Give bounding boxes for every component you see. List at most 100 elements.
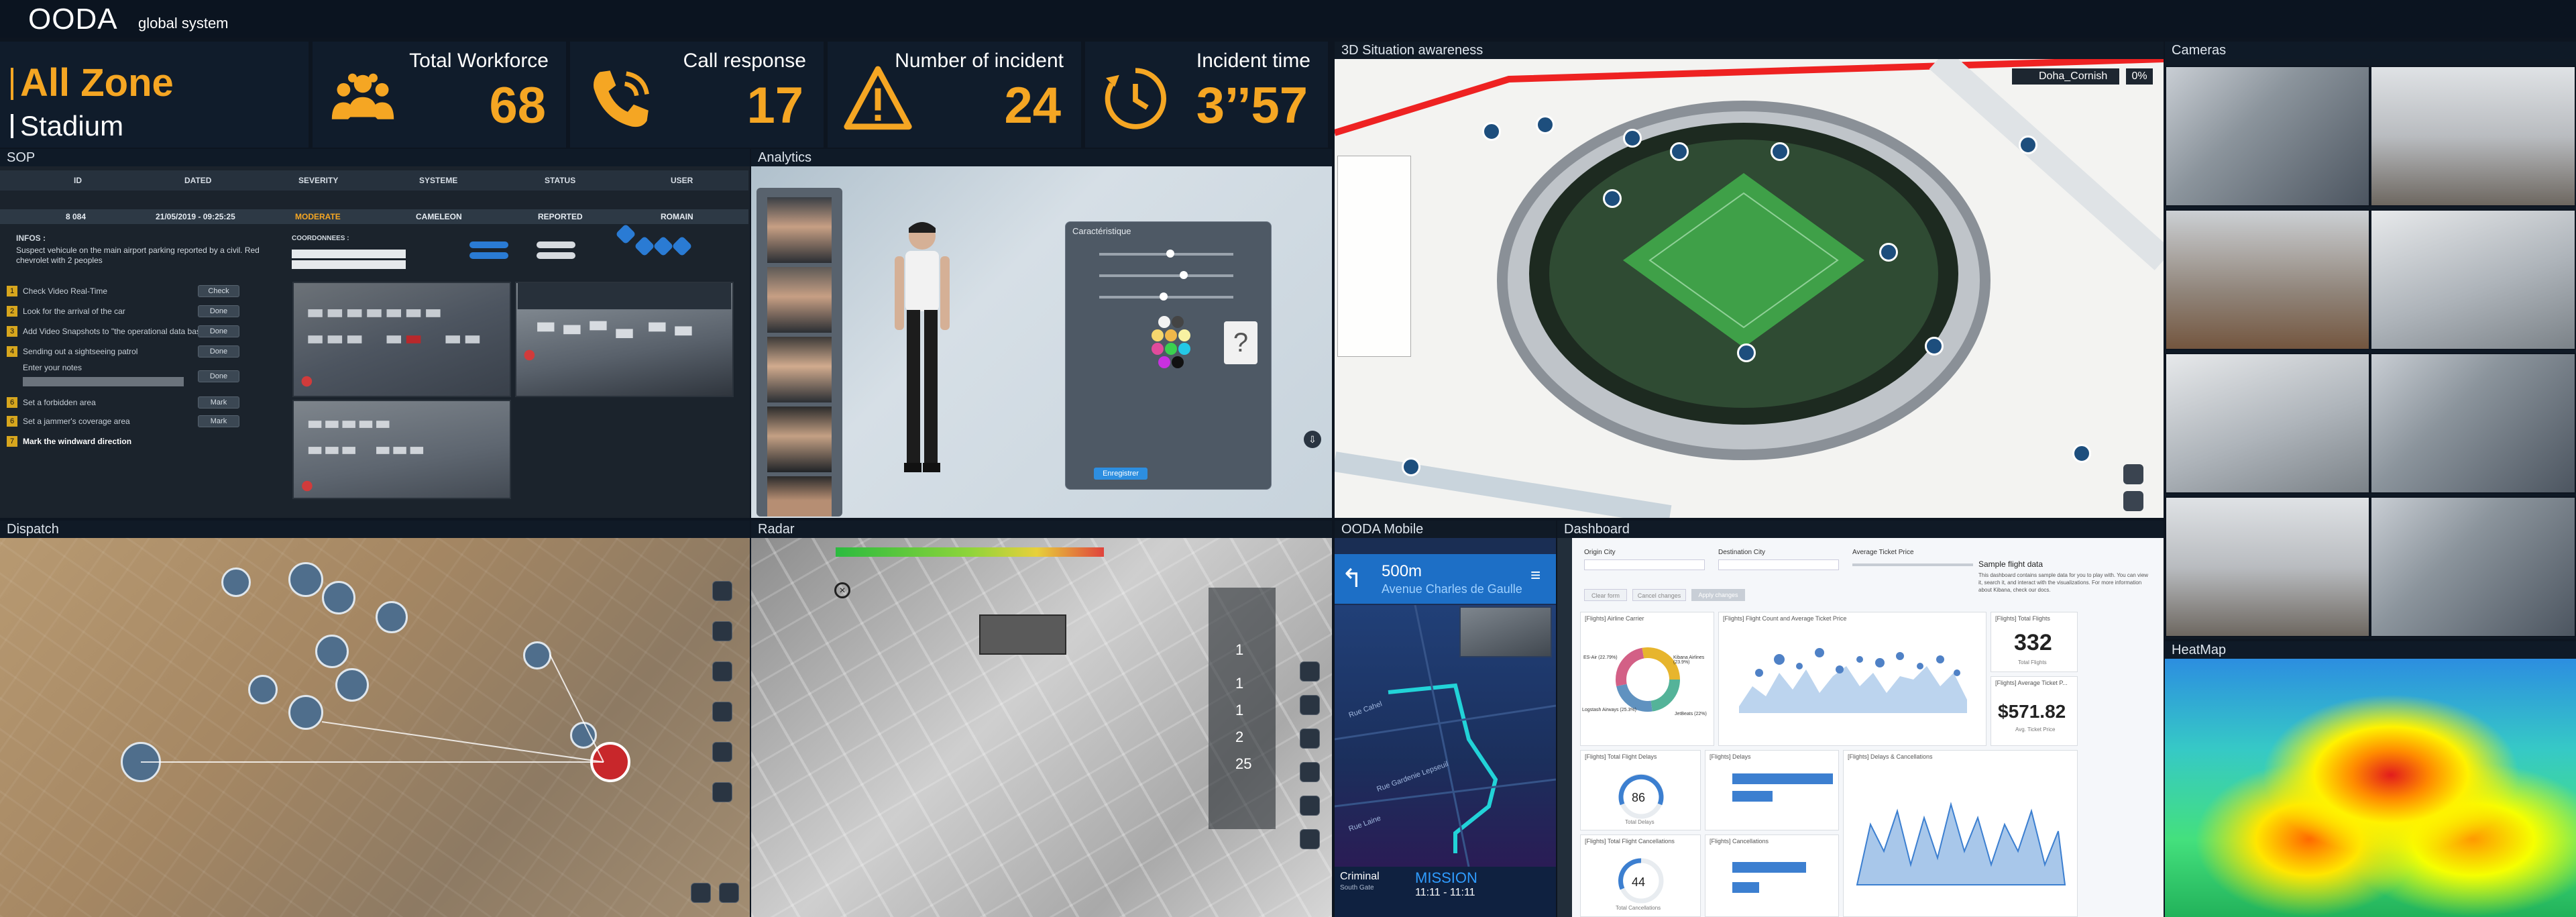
map-tool-button[interactable] bbox=[712, 661, 732, 682]
camera-feed[interactable] bbox=[2165, 209, 2370, 350]
map-tool-button[interactable] bbox=[1300, 695, 1320, 715]
location-search[interactable]: Doha_Cornish bbox=[2012, 68, 2119, 85]
stadium-3d-view[interactable] bbox=[1335, 59, 2164, 518]
status-pill[interactable] bbox=[537, 241, 575, 248]
status-pill[interactable] bbox=[469, 252, 508, 259]
map-pin-icon[interactable] bbox=[1670, 142, 1689, 161]
camera-feed[interactable] bbox=[2165, 353, 2370, 494]
map-tool-button[interactable] bbox=[719, 883, 739, 903]
map-tool-button[interactable] bbox=[712, 782, 732, 802]
zone-card[interactable]: All Zone Stadium bbox=[0, 42, 309, 148]
total-flights-card[interactable]: [Flights] Total Flights 332 Total Flight… bbox=[1991, 612, 2078, 672]
cancellations-card[interactable]: [Flights] Cancellations bbox=[1705, 834, 1839, 917]
parking-snapshot[interactable] bbox=[292, 282, 511, 397]
face-thumbnail[interactable] bbox=[767, 267, 832, 333]
map-tool-button[interactable] bbox=[1300, 796, 1320, 816]
hex-tool-icon[interactable] bbox=[653, 235, 674, 257]
col-systeme[interactable]: SYSTEME bbox=[419, 170, 457, 191]
cancel-changes-button[interactable]: Cancel changes bbox=[1632, 589, 1686, 601]
map-tool-button[interactable] bbox=[2123, 491, 2143, 511]
map-pin-icon[interactable] bbox=[1536, 115, 1555, 134]
map-pin-icon[interactable] bbox=[1925, 337, 1944, 356]
camera-feed[interactable] bbox=[2370, 209, 2576, 350]
destination-city-select[interactable] bbox=[1718, 559, 1839, 570]
step-button[interactable]: Done bbox=[198, 370, 239, 382]
map-pin-icon[interactable] bbox=[1879, 243, 1898, 262]
map-pin-icon[interactable] bbox=[1737, 343, 1756, 362]
heatmap-image[interactable] bbox=[2165, 659, 2576, 917]
kpi-incident-time[interactable]: Incident time 3’’57 bbox=[1085, 42, 1328, 148]
map-tool-button[interactable] bbox=[712, 742, 732, 762]
col-user[interactable]: USER bbox=[671, 170, 693, 191]
map-tool-button[interactable] bbox=[712, 581, 732, 601]
map-pin-icon[interactable] bbox=[1402, 457, 1420, 476]
delays-cancellations-card[interactable]: [Flights] Delays & Cancellations bbox=[1843, 750, 2078, 917]
map-tool-button[interactable] bbox=[1300, 729, 1320, 749]
price-slider[interactable] bbox=[1852, 563, 1973, 566]
parking-snapshot[interactable] bbox=[292, 400, 511, 499]
mission-label[interactable]: MISSION bbox=[1415, 869, 1477, 887]
step-button[interactable]: Mark bbox=[198, 415, 239, 427]
unknown-item-box[interactable]: ? bbox=[1224, 321, 1257, 364]
hex-tool-icon[interactable] bbox=[634, 235, 655, 257]
step-button[interactable]: Done bbox=[198, 305, 239, 317]
kpi-total-workforce[interactable]: Total Workforce 68 bbox=[313, 42, 566, 148]
camera-feed[interactable] bbox=[2165, 66, 2370, 207]
flight-count-card[interactable]: [Flights] Flight Count and Average Ticke… bbox=[1718, 612, 1986, 746]
step-button[interactable]: Done bbox=[198, 345, 239, 358]
slider-height[interactable] bbox=[1099, 271, 1233, 279]
close-icon[interactable]: × bbox=[834, 582, 850, 598]
face-thumbnail[interactable] bbox=[767, 337, 832, 402]
clear-form-button[interactable]: Clear form bbox=[1584, 589, 1627, 601]
map-tool-button[interactable] bbox=[1300, 762, 1320, 782]
map-tool-button[interactable] bbox=[712, 621, 732, 641]
hex-tool-icon[interactable] bbox=[671, 235, 693, 257]
camera-feed[interactable] bbox=[2165, 496, 2370, 637]
video-preview[interactable] bbox=[1459, 606, 1552, 657]
map-pin-icon[interactable] bbox=[1771, 142, 1789, 161]
status-pill[interactable] bbox=[537, 252, 575, 259]
face-thumbnail[interactable] bbox=[767, 476, 832, 517]
col-id[interactable]: ID bbox=[74, 170, 82, 191]
col-severity[interactable]: SEVERITY bbox=[298, 170, 338, 191]
parking-snapshot[interactable] bbox=[515, 282, 734, 397]
origin-city-select[interactable] bbox=[1584, 559, 1705, 570]
map-tool-button[interactable] bbox=[1300, 829, 1320, 849]
map-pin-icon[interactable] bbox=[1603, 189, 1622, 208]
map-tool-button[interactable] bbox=[712, 702, 732, 722]
notes-input[interactable] bbox=[23, 377, 184, 386]
map-tool-button[interactable] bbox=[2123, 464, 2143, 484]
map-pin-icon[interactable] bbox=[1482, 122, 1501, 141]
col-status[interactable]: STATUS bbox=[545, 170, 575, 191]
kpi-number-of-incident[interactable]: Number of incident 24 bbox=[828, 42, 1081, 148]
coord-field[interactable] bbox=[292, 260, 406, 269]
slider-weight[interactable] bbox=[1099, 292, 1233, 301]
map-pin-icon[interactable] bbox=[2019, 136, 2037, 154]
map-pin-icon[interactable] bbox=[1623, 129, 1642, 148]
apply-changes-button[interactable]: Apply changes bbox=[1691, 589, 1745, 601]
download-icon[interactable]: ⇩ bbox=[1304, 431, 1321, 448]
total-cancellations-card[interactable]: [Flights] Total Flight Cancellations 44 … bbox=[1580, 834, 1701, 917]
step-button[interactable]: Done bbox=[198, 325, 239, 337]
avg-price-card[interactable]: [Flights] Average Ticket P... $571.82 Av… bbox=[1991, 676, 2078, 746]
status-pill[interactable] bbox=[469, 241, 508, 248]
menu-icon[interactable]: ≡ bbox=[1530, 565, 1541, 586]
delays-card[interactable]: [Flights] Delays bbox=[1705, 750, 1839, 830]
slider-age[interactable] bbox=[1099, 250, 1233, 258]
face-thumbnail[interactable] bbox=[767, 407, 832, 472]
nav-map[interactable]: Rue Cahel Rue Gardenie Lepseuil Rue Lain… bbox=[1335, 604, 1556, 867]
step-button[interactable]: Check bbox=[198, 285, 239, 297]
target-building[interactable] bbox=[979, 614, 1066, 655]
col-dated[interactable]: DATED bbox=[184, 170, 211, 191]
airline-carrier-card[interactable]: [Flights] Airline Carrier ES-Air (22.79%… bbox=[1580, 612, 1714, 746]
map-pin-icon[interactable] bbox=[2072, 444, 2091, 463]
total-delays-card[interactable]: [Flights] Total Flight Delays 86 Total D… bbox=[1580, 750, 1701, 830]
map-tool-button[interactable] bbox=[691, 883, 711, 903]
table-row[interactable]: 8 084 21/05/2019 - 09:25:25 MODERATE CAM… bbox=[0, 209, 748, 224]
camera-feed[interactable] bbox=[2370, 496, 2576, 637]
map-tool-button[interactable] bbox=[1300, 661, 1320, 682]
face-thumbnail[interactable] bbox=[767, 197, 832, 263]
coord-field[interactable] bbox=[292, 250, 406, 258]
color-palette[interactable] bbox=[1152, 316, 1205, 376]
camera-feed[interactable] bbox=[2370, 353, 2576, 494]
